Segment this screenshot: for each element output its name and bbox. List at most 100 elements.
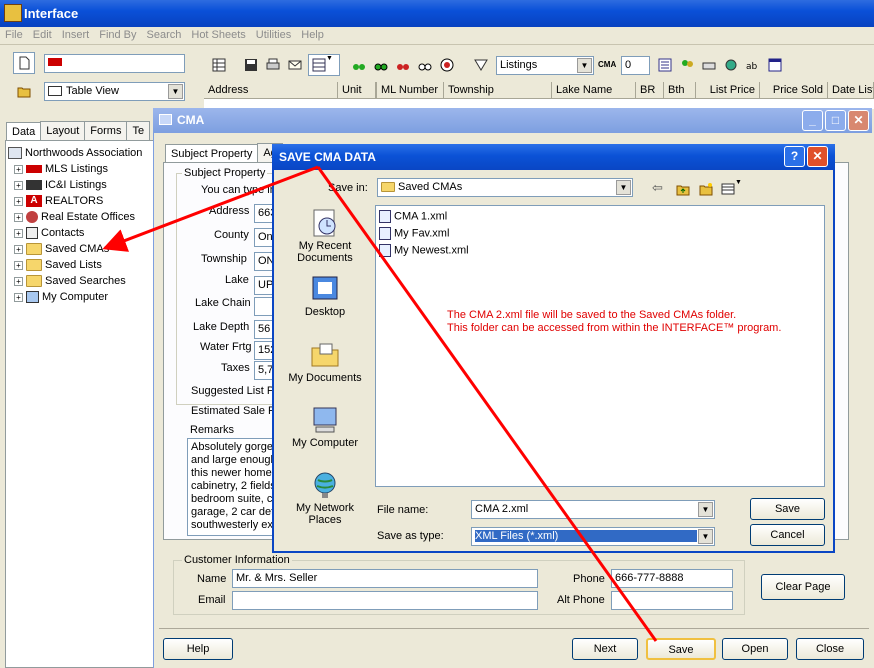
menu-utilities[interactable]: Utilities (251, 27, 296, 41)
maximize-icon[interactable]: □ (825, 110, 846, 131)
save-disk-icon[interactable] (240, 54, 262, 76)
col-br[interactable]: BR (636, 82, 664, 99)
alt-phone-field[interactable] (611, 591, 733, 610)
place-recent-documents[interactable]: My Recent Documents (285, 208, 365, 264)
lake-chain-field[interactable] (254, 297, 274, 316)
listings-select[interactable]: Listings ▼ (496, 56, 594, 75)
tree-item-saved-cmas[interactable]: + Saved CMAs (14, 243, 109, 259)
place-my-computer[interactable]: My Computer (285, 405, 365, 449)
chevron-down-icon[interactable]: ▼ (698, 502, 713, 517)
menu-hot-sheets[interactable]: Hot Sheets (186, 27, 250, 41)
expand-icon[interactable]: + (14, 180, 23, 190)
new-icon[interactable] (13, 52, 35, 74)
grid-icon[interactable] (208, 54, 230, 76)
email-field[interactable] (232, 591, 538, 610)
col-lake-name[interactable]: Lake Name (552, 82, 636, 99)
file-item[interactable]: My Newest.xml (379, 244, 469, 257)
name-field[interactable]: Mr. & Mrs. Seller (232, 569, 538, 588)
col-ml-number[interactable]: ML Number (376, 82, 444, 99)
record-type-field[interactable] (44, 54, 185, 73)
binoculars-green2-icon[interactable] (370, 54, 392, 76)
next-button[interactable]: Next (572, 638, 638, 660)
dialog-cancel-button[interactable]: Cancel (750, 524, 825, 546)
layout-dropdown-icon[interactable]: ▼ (308, 54, 340, 76)
printer2-icon[interactable] (698, 54, 720, 76)
binoculars-icon[interactable] (414, 54, 436, 76)
remarks-textarea[interactable]: Absolutely gorged and large enough this … (187, 438, 273, 536)
expand-icon[interactable]: + (14, 228, 23, 238)
clear-page-button[interactable]: Clear Page (761, 574, 845, 600)
tree-item-my-computer[interactable]: + My Computer (14, 291, 108, 307)
expand-icon[interactable]: + (14, 260, 23, 270)
spellcheck-icon[interactable]: ab (742, 54, 764, 76)
col-township[interactable]: Township (444, 82, 552, 99)
file-item[interactable]: My Fav.xml (379, 227, 449, 240)
close-icon[interactable]: ✕ (807, 146, 828, 167)
tree-item-offices[interactable]: + Real Estate Offices (14, 211, 135, 227)
menu-file[interactable]: File (0, 27, 28, 41)
binoculars-green-icon[interactable] (348, 54, 370, 76)
save-as-type-select[interactable]: XML Files (*.xml) ▼ (471, 527, 715, 546)
tab-subject-property[interactable]: Subject Property (165, 144, 259, 163)
chevron-down-icon[interactable]: ▼ (168, 84, 183, 99)
water-frtg-field[interactable]: 152 (254, 341, 274, 360)
help-button[interactable]: Help (163, 638, 233, 660)
view-select[interactable]: Table View ▼ (44, 82, 185, 101)
open-button[interactable]: Open (722, 638, 788, 660)
save-in-select[interactable]: Saved CMAs ▼ (377, 178, 633, 197)
col-bth[interactable]: Bth (664, 82, 696, 99)
dialog-save-button[interactable]: Save (750, 498, 825, 520)
back-arrow-icon[interactable]: ⇦ (652, 180, 663, 196)
binoculars-red-icon[interactable] (392, 54, 414, 76)
cma-save-button[interactable]: Save (646, 638, 716, 660)
expand-icon[interactable]: + (14, 212, 23, 222)
tree-item-mls-listings[interactable]: + MLS Listings (14, 163, 108, 179)
tab-forms[interactable]: Forms (84, 121, 128, 140)
lake-depth-field[interactable]: 56 (254, 320, 274, 339)
lake-field[interactable]: UP (254, 276, 274, 295)
col-date-list[interactable]: Date List (828, 82, 874, 99)
email-icon[interactable] (284, 54, 306, 76)
expand-icon[interactable]: + (14, 244, 23, 254)
up-folder-icon[interactable] (672, 178, 694, 200)
expand-icon[interactable]: + (14, 164, 23, 174)
place-my-documents[interactable]: My Documents (285, 340, 365, 384)
tree-item-northwoods[interactable]: Northwoods Association (8, 147, 142, 163)
open-folder-icon[interactable] (13, 80, 35, 102)
file-item[interactable]: CMA 1.xml (379, 210, 447, 223)
address-field[interactable]: 663 (254, 204, 274, 223)
close-icon[interactable]: ✕ (848, 110, 869, 131)
place-desktop[interactable]: Desktop (285, 274, 365, 318)
township-field[interactable]: ON (254, 252, 274, 271)
file-name-field[interactable]: CMA 2.xml ▼ (471, 500, 715, 519)
tree-item-realtors[interactable]: + A REALTORS (14, 195, 103, 211)
help-icon[interactable]: ? (784, 146, 805, 167)
menu-help[interactable]: Help (296, 27, 329, 41)
chevron-down-icon[interactable]: ▼ (577, 58, 592, 73)
tree-item-saved-searches[interactable]: + Saved Searches (14, 275, 126, 291)
chevron-down-icon[interactable]: ▼ (698, 529, 713, 544)
taxes-field[interactable]: 5,7 (254, 361, 274, 380)
chevron-down-icon[interactable]: ▼ (616, 180, 631, 195)
col-price-sold[interactable]: Price Sold (760, 82, 828, 99)
tree-item-contacts[interactable]: + Contacts (14, 227, 84, 243)
tree-item-ici-listings[interactable]: + IC&I Listings (14, 179, 107, 195)
place-network[interactable]: My Network Places (285, 470, 365, 526)
county-field[interactable]: On (254, 228, 274, 247)
col-address[interactable]: Address (204, 82, 338, 99)
tree-item-saved-lists[interactable]: + Saved Lists (14, 259, 102, 275)
col-list-price[interactable]: List Price (696, 82, 760, 99)
menu-search[interactable]: Search (142, 27, 187, 41)
close-button[interactable]: Close (796, 638, 864, 660)
window-icon[interactable] (764, 54, 786, 76)
menu-find-by[interactable]: Find By (94, 27, 141, 41)
report-icon[interactable] (654, 54, 676, 76)
people-icon[interactable] (676, 54, 698, 76)
col-unit[interactable]: Unit (338, 82, 376, 99)
globe-search-icon[interactable] (720, 54, 742, 76)
new-folder-icon[interactable] (695, 178, 717, 200)
view-menu-icon[interactable]: ▼ (718, 178, 746, 200)
filter-icon[interactable] (470, 54, 492, 76)
tab-data[interactable]: Data (6, 122, 42, 141)
menu-insert[interactable]: Insert (57, 27, 95, 41)
